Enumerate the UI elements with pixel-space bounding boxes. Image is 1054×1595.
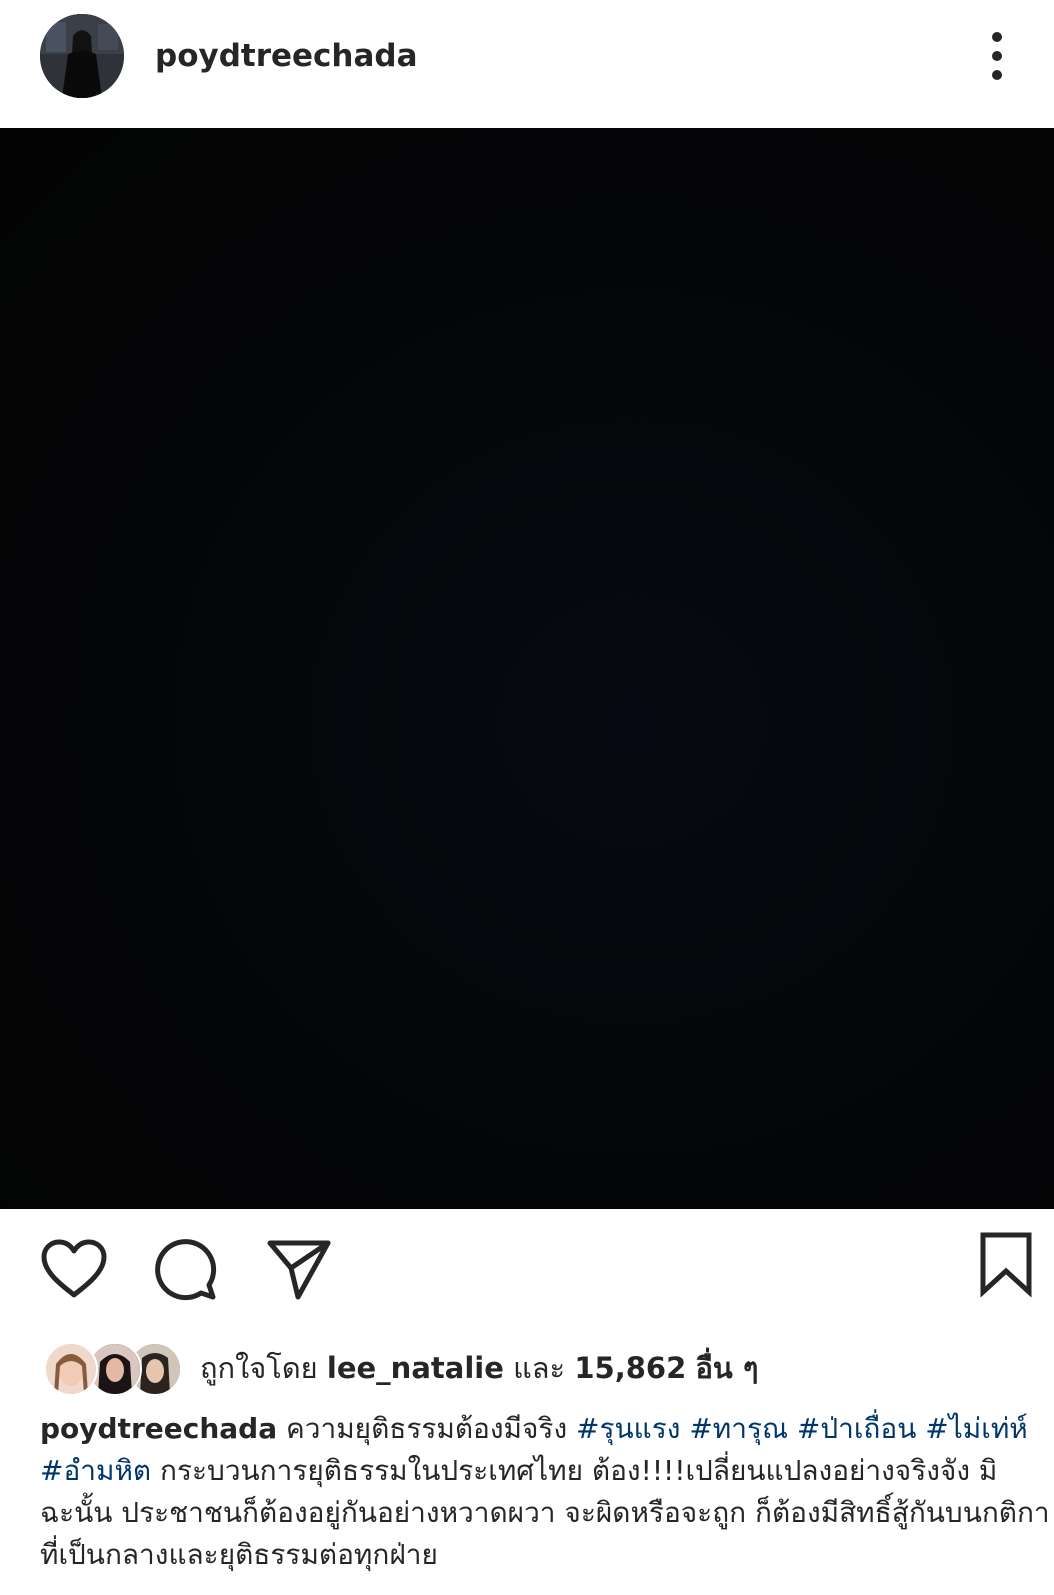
hashtag[interactable]: #ทารุณ [689,1412,788,1445]
liker-username[interactable]: lee_natalie [327,1351,504,1385]
hashtag[interactable]: #ป่าเถื่อน [797,1412,916,1445]
heart-icon[interactable] [40,1239,108,1299]
likes-count[interactable]: 15,862 [574,1351,686,1385]
profile-avatar[interactable] [40,14,124,98]
likes-prefix: ถูกใจโดย [200,1351,318,1385]
liker-avatar[interactable] [44,1342,98,1396]
hashtag[interactable]: #ไม่เท่ห์ [925,1412,1027,1445]
caption-username[interactable]: poydtreechada [40,1412,277,1445]
caption-text: กระบวนการยุติธรรมในประเทศไทย ต้อง!!!!เปล… [40,1454,1050,1571]
liker-photo-icon [46,1344,96,1394]
paper-plane-icon[interactable] [266,1237,332,1301]
likes-suffix[interactable]: อื่น ๆ [696,1351,759,1385]
hashtag[interactable]: #รุนแรง [576,1412,680,1445]
post-header: poydtreechada [0,0,1054,128]
action-bar [0,1209,1054,1329]
comment-icon[interactable] [154,1237,218,1301]
post-media[interactable] [0,128,1054,1209]
hashtag[interactable]: #อำมหิต [40,1454,151,1487]
caption-text: ความยุติธรรมต้องมีจริง [277,1412,577,1445]
more-vertical-icon[interactable] [992,30,1022,82]
bookmark-icon[interactable] [978,1231,1034,1297]
post-username[interactable]: poydtreechada [155,34,418,78]
likes-connector: และ [513,1351,566,1385]
likes-row: ถูกใจโดย lee_natalie และ 15,862 อื่น ๆ [0,1340,1054,1400]
post-caption: poydtreechada ความยุติธรรมต้องมีจริง #รุ… [40,1408,1050,1576]
likes-summary[interactable]: ถูกใจโดย lee_natalie และ 15,862 อื่น ๆ [200,1348,758,1388]
avatar-portrait-icon [40,14,124,98]
